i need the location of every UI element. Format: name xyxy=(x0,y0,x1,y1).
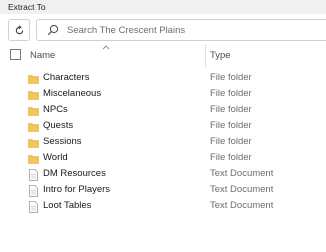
file-name: DM Resources xyxy=(43,168,106,179)
folder-icon xyxy=(28,136,39,148)
file-type: File folder xyxy=(210,88,252,99)
file-name: Characters xyxy=(43,72,90,83)
select-all-checkbox[interactable] xyxy=(10,49,21,60)
file-type: File folder xyxy=(210,72,252,83)
text-document-icon xyxy=(28,200,39,213)
folder-icon xyxy=(28,104,39,116)
file-type: File folder xyxy=(210,120,252,131)
file-name: Quests xyxy=(43,120,74,131)
file-name: Loot Tables xyxy=(43,200,92,211)
text-document-icon xyxy=(28,168,39,181)
file-row[interactable]: Characters File folder xyxy=(0,70,326,86)
folder-icon xyxy=(28,72,39,84)
search-box[interactable] xyxy=(36,19,326,41)
search-input[interactable] xyxy=(67,22,317,38)
dialog-title: Extract To xyxy=(8,2,46,12)
folder-icon xyxy=(28,88,39,100)
search-icon xyxy=(47,24,59,36)
file-row[interactable]: Quests File folder xyxy=(0,118,326,134)
file-row[interactable]: Intro for Players Text Document xyxy=(0,182,326,198)
text-document-icon xyxy=(28,184,39,197)
folder-icon xyxy=(28,152,39,164)
refresh-button[interactable] xyxy=(8,19,30,41)
column-divider[interactable] xyxy=(205,44,206,68)
file-row[interactable]: World File folder xyxy=(0,150,326,166)
file-row[interactable]: DM Resources Text Document xyxy=(0,166,326,182)
file-row[interactable]: Sessions File folder xyxy=(0,134,326,150)
file-row[interactable]: Miscelaneous File folder xyxy=(0,86,326,102)
refresh-icon xyxy=(15,24,23,34)
dialog-titlebar: Extract To xyxy=(0,0,326,14)
file-type: Text Document xyxy=(210,168,274,179)
file-type: File folder xyxy=(210,136,252,147)
file-name: Miscelaneous xyxy=(43,88,102,99)
file-name: Sessions xyxy=(43,136,82,147)
folder-icon xyxy=(28,120,39,132)
sort-ascending-icon xyxy=(102,45,110,50)
file-row[interactable]: Loot Tables Text Document xyxy=(0,198,326,214)
file-type: File folder xyxy=(210,104,252,115)
file-name: World xyxy=(43,152,68,163)
file-type: Text Document xyxy=(210,184,274,195)
file-name: NPCs xyxy=(43,104,68,115)
file-row[interactable]: NPCs File folder xyxy=(0,102,326,118)
file-type: File folder xyxy=(210,152,252,163)
column-header-type[interactable]: Type xyxy=(210,50,231,61)
file-type: Text Document xyxy=(210,200,274,211)
column-header-name[interactable]: Name xyxy=(30,50,55,61)
file-name: Intro for Players xyxy=(43,184,111,195)
